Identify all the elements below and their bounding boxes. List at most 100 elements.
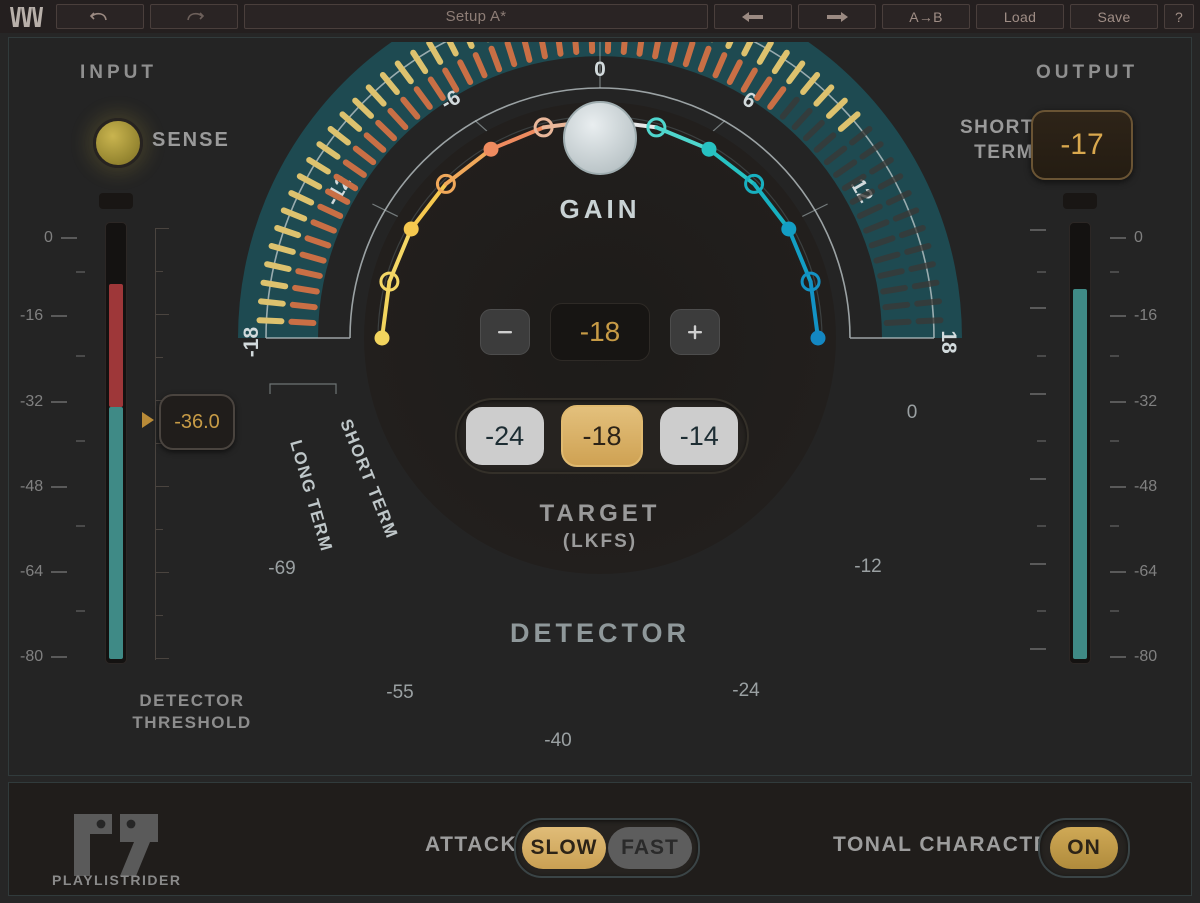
undo-arrow-icon bbox=[89, 11, 107, 20]
preset-name-field[interactable]: Setup A* bbox=[244, 4, 708, 29]
detector-segment bbox=[880, 284, 908, 295]
output-meter-fill bbox=[1073, 289, 1087, 659]
detector-segment bbox=[260, 279, 289, 290]
gain-curve-point[interactable] bbox=[403, 221, 419, 237]
detector-threshold-readout[interactable]: -36.0 bbox=[159, 394, 235, 450]
svg-text:-55: -55 bbox=[386, 682, 413, 703]
threshold-value: -36.0 bbox=[174, 410, 220, 433]
detector-segment bbox=[883, 318, 912, 326]
target-units: (LKFS) bbox=[562, 531, 638, 552]
detector-ring-bracket bbox=[269, 383, 337, 394]
ab-label: A→B bbox=[909, 8, 943, 25]
detector-segment bbox=[289, 301, 318, 311]
sense-label: SENSE bbox=[152, 129, 230, 151]
attack-selector: SLOW FAST bbox=[514, 818, 700, 878]
tonal-value-label: ON bbox=[1067, 836, 1101, 859]
load-button[interactable]: Load bbox=[976, 4, 1064, 29]
svg-text:-18: -18 bbox=[240, 327, 263, 358]
attack-option-label: SLOW bbox=[530, 836, 598, 859]
gain-curve-point[interactable] bbox=[374, 330, 390, 346]
sense-led-icon bbox=[93, 118, 143, 168]
input-meter-clip-led bbox=[99, 193, 133, 209]
plugin-window: Setup A* A→B Load Save ? INPUT SENSE 0 -… bbox=[0, 0, 1200, 903]
output-meter-clip-led bbox=[1063, 193, 1097, 209]
left-arrow-icon bbox=[742, 11, 763, 22]
detector-segment bbox=[258, 298, 286, 307]
product-name: PLAYLISTRIDER bbox=[52, 872, 182, 888]
svg-text:18: 18 bbox=[937, 330, 960, 354]
load-label: Load bbox=[1003, 8, 1037, 25]
target-option-minus24[interactable]: -24 bbox=[465, 407, 544, 465]
gain-value-readout[interactable]: -18 bbox=[550, 303, 650, 361]
target-option-minus18[interactable]: -18 bbox=[560, 405, 643, 467]
detector-segment bbox=[256, 317, 285, 325]
undo-button[interactable] bbox=[56, 4, 144, 29]
redo-arrow-icon bbox=[187, 11, 205, 20]
detector-segment bbox=[914, 298, 942, 307]
save-button[interactable]: Save bbox=[1070, 4, 1158, 29]
waves-logo-icon bbox=[6, 4, 50, 30]
svg-text:-24: -24 bbox=[732, 680, 760, 701]
previous-preset-button[interactable] bbox=[714, 4, 792, 29]
preset-name-text: Setup A* bbox=[445, 8, 507, 25]
attack-label: ATTACK bbox=[425, 833, 518, 856]
gain-curve-point[interactable] bbox=[781, 221, 797, 237]
redo-button[interactable] bbox=[150, 4, 238, 29]
output-section-title: OUTPUT bbox=[1036, 62, 1139, 83]
svg-text:0: 0 bbox=[594, 58, 606, 81]
tonal-character-toggle[interactable]: ON bbox=[1038, 818, 1130, 878]
detector-segment bbox=[911, 279, 940, 290]
preset-toolbar: Setup A* A→B Load Save ? bbox=[0, 0, 1200, 33]
detector-segment bbox=[288, 318, 317, 326]
svg-text:-40: -40 bbox=[544, 730, 571, 751]
target-label: TARGET bbox=[539, 500, 661, 527]
detector-segment bbox=[572, 42, 580, 55]
target-option-minus14[interactable]: -14 bbox=[660, 407, 739, 465]
input-meter-green-fill bbox=[109, 407, 123, 659]
gain-curve-point[interactable] bbox=[810, 330, 826, 346]
detector-segment bbox=[604, 42, 612, 55]
detector-threshold-track[interactable] bbox=[155, 228, 156, 660]
gain-label: GAIN bbox=[560, 194, 641, 224]
detector-segment bbox=[882, 301, 911, 311]
minus-icon bbox=[498, 331, 512, 334]
input-meter bbox=[105, 222, 127, 664]
target-caption: TARGET (LKFS) bbox=[455, 500, 745, 553]
input-meter-red-fill bbox=[109, 284, 123, 407]
svg-text:0: 0 bbox=[907, 402, 918, 423]
gain-decrement-button[interactable] bbox=[480, 309, 530, 355]
gain-increment-button[interactable] bbox=[670, 309, 720, 355]
target-option-label: -24 bbox=[485, 420, 525, 451]
svg-text:LONG TERM: LONG TERM bbox=[286, 438, 336, 554]
detector-segment bbox=[620, 42, 628, 55]
next-preset-button[interactable] bbox=[798, 4, 876, 29]
target-selector: -24 -18 -14 bbox=[455, 398, 749, 474]
pr-logo-icon bbox=[72, 812, 160, 878]
plus-icon bbox=[688, 325, 702, 340]
help-button[interactable]: ? bbox=[1164, 4, 1194, 29]
detector-segment bbox=[588, 42, 596, 55]
svg-text:-12: -12 bbox=[854, 556, 881, 577]
target-option-label: -18 bbox=[582, 420, 622, 451]
right-arrow-icon bbox=[827, 11, 848, 22]
tonal-character-label: TONAL CHARACTER bbox=[833, 833, 1066, 856]
attack-option-label: FAST bbox=[621, 836, 679, 859]
svg-text:-69: -69 bbox=[268, 558, 295, 579]
gain-curve-point[interactable] bbox=[701, 141, 717, 157]
detector-segment bbox=[915, 317, 944, 325]
tonal-character-state[interactable]: ON bbox=[1050, 827, 1118, 869]
detector-segment bbox=[555, 42, 564, 57]
attack-option-slow[interactable]: SLOW bbox=[522, 827, 606, 869]
output-meter bbox=[1069, 222, 1091, 664]
detector-label: DETECTOR bbox=[510, 618, 690, 648]
input-section-title: INPUT bbox=[80, 62, 157, 83]
help-label: ? bbox=[1174, 8, 1184, 25]
gain-position-knob[interactable] bbox=[563, 101, 637, 175]
gain-stepper: -18 bbox=[480, 302, 720, 362]
detector-segment bbox=[292, 284, 320, 295]
attack-option-fast[interactable]: FAST bbox=[608, 827, 692, 869]
gain-value: -18 bbox=[579, 316, 621, 347]
output-short-term-readout: -17 bbox=[1031, 110, 1133, 180]
ab-compare-button[interactable]: A→B bbox=[882, 4, 970, 29]
gain-curve-point[interactable] bbox=[483, 141, 499, 157]
